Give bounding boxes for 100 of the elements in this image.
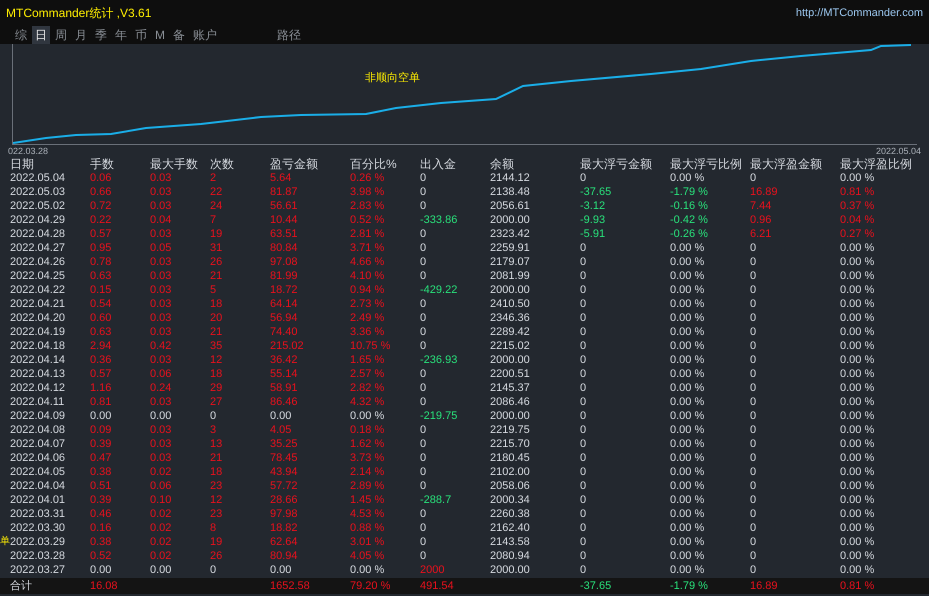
table-cell-text: 0.03 (150, 451, 172, 465)
table-cell-text: 62.64 (270, 535, 299, 549)
table-cell-text: 0 (580, 353, 588, 367)
table-cell-text: 2.83 % (350, 199, 386, 213)
table-cell-text: 21 (210, 451, 224, 465)
table-cell-text: 13 (210, 437, 224, 451)
table-cell-text: -0.26 % (670, 227, 709, 241)
tab[interactable]: 日 (32, 26, 50, 44)
table-cell-text: 2080.94 (490, 549, 531, 563)
table-cell-text: 0.52 (90, 549, 112, 563)
table-cell-text: 0 (420, 549, 428, 563)
table-cell-text: 2215.02 (490, 339, 531, 353)
table-cell-text: 0.78 (90, 255, 112, 269)
tab[interactable]: 路径 (274, 26, 304, 44)
table-cell-text: 0 (580, 255, 588, 269)
table-cell-text: 2022.03.31 (10, 507, 66, 521)
table-cell-text: 1.45 % (350, 493, 386, 507)
table-cell-text: 2.73 % (350, 297, 386, 311)
table-cell-text: 0 (750, 241, 758, 255)
table-cell-text: 0 (420, 535, 428, 549)
table-cell-text: 3.73 % (350, 451, 386, 465)
table-cell-text: 0.00 % (670, 535, 706, 549)
table-cell-text: -3.12 (580, 199, 606, 213)
table-cell-text: 0 (580, 549, 588, 563)
table-cell-text: 0.00 (150, 409, 172, 423)
tab[interactable]: 账户 (190, 26, 220, 44)
table-cell-text: 0.00 % (670, 269, 706, 283)
table-cell-text: 0 (750, 535, 758, 549)
table-cell-text: 18 (210, 367, 224, 381)
table-cell-text: -236.93 (420, 353, 458, 367)
tab[interactable]: 综 (12, 26, 30, 44)
table-cell-text: 0.00 % (670, 465, 706, 479)
table-cell-text: 0 (580, 465, 588, 479)
table-cell-text: 0 (750, 563, 758, 577)
table-cell-text: 0 (750, 423, 758, 437)
table-cell-text: 18 (210, 297, 224, 311)
table-cell-text: 3.01 % (350, 535, 386, 549)
table-cell-text: 3 (210, 423, 218, 437)
table-cell-text: 2022.05.04 (10, 171, 66, 185)
table-cell-text: 18.82 (270, 521, 299, 535)
table-cell-text: 0 (750, 255, 758, 269)
table-cell-text: 2022.05.02 (10, 199, 66, 213)
table-cell-text: 97.08 (270, 255, 299, 269)
website-link[interactable]: http://MTCommander.com (796, 4, 923, 22)
table-cell-text: 12 (210, 353, 224, 367)
table-cell-text: 0 (420, 339, 428, 353)
table-cell-text: 215.02 (270, 339, 305, 353)
tab[interactable]: 币 (132, 26, 150, 44)
table-cell-text: 0.00 % (670, 451, 706, 465)
table-cell-text: 2000.00 (490, 409, 531, 423)
table-cell-text: -9.93 (580, 213, 606, 227)
table-cell-text: 0.00 % (670, 283, 706, 297)
table-cell-text: 3.36 % (350, 325, 386, 339)
table-cell-text: 0.46 (90, 507, 112, 521)
table-cell-text: 0.03 (150, 185, 172, 199)
table-cell-text: 0 (580, 325, 588, 339)
table-cell-text: 0.03 (150, 325, 172, 339)
table-cell-text: 0.06 (90, 171, 112, 185)
table-cell-text: 0 (420, 521, 428, 535)
tab[interactable]: 季 (92, 26, 110, 44)
table-cell-text: 0.00 % (670, 171, 706, 185)
table-cell-text: 0 (750, 507, 758, 521)
table-cell-text: 0 (580, 507, 588, 521)
tab[interactable]: 备 (170, 26, 188, 44)
table-cell-text: 0 (750, 283, 758, 297)
tab[interactable]: M (152, 26, 168, 44)
table-cell-text: 7 (210, 213, 218, 227)
table-cell-text: 0.94 % (350, 283, 386, 297)
table-cell-text: 0.39 (90, 437, 112, 451)
tab[interactable]: 周 (52, 26, 70, 44)
table-cell-text: 2000.00 (490, 353, 531, 367)
tab[interactable]: 年 (112, 26, 130, 44)
table-cell-text: 0.09 (90, 423, 112, 437)
table-cell-text: -1.79 % (670, 185, 709, 199)
table-cell-text: 97.98 (270, 507, 299, 521)
table-cell-text: 2000.34 (490, 493, 531, 507)
table-cell-text: 56.61 (270, 199, 299, 213)
table-cell-text: 18.72 (270, 283, 299, 297)
table-cell-text: 0 (750, 451, 758, 465)
table-cell-text: 2022.04.01 (10, 493, 66, 507)
table-cell-text: 0.00 (150, 563, 172, 577)
column-header: 日期 (10, 157, 35, 171)
table-cell-text: 27 (210, 395, 224, 409)
table-cell-text: 0 (580, 311, 588, 325)
table-cell-text: 16.89 (750, 185, 779, 199)
table-cell-text: 79.20 % (350, 579, 392, 593)
table-cell-text: 0.00 % (670, 367, 706, 381)
tab[interactable]: 月 (72, 26, 90, 44)
table-cell-text: 0 (580, 409, 588, 423)
table-cell-text: 0.51 (90, 479, 112, 493)
table-cell-text: 0 (750, 381, 758, 395)
table-cell-text: -1.79 % (670, 579, 709, 593)
table-cell-text: 5.64 (270, 171, 292, 185)
table-cell-text: 19 (210, 535, 224, 549)
table-cell-text: 0 (750, 339, 758, 353)
table-cell-text: 4.10 % (350, 269, 386, 283)
table-cell-text: 0.00 (90, 563, 112, 577)
table-cell-text: 0.00 % (350, 563, 386, 577)
table-cell-text: 2022.04.18 (10, 339, 66, 353)
table-cell-text: 0.03 (150, 199, 172, 213)
